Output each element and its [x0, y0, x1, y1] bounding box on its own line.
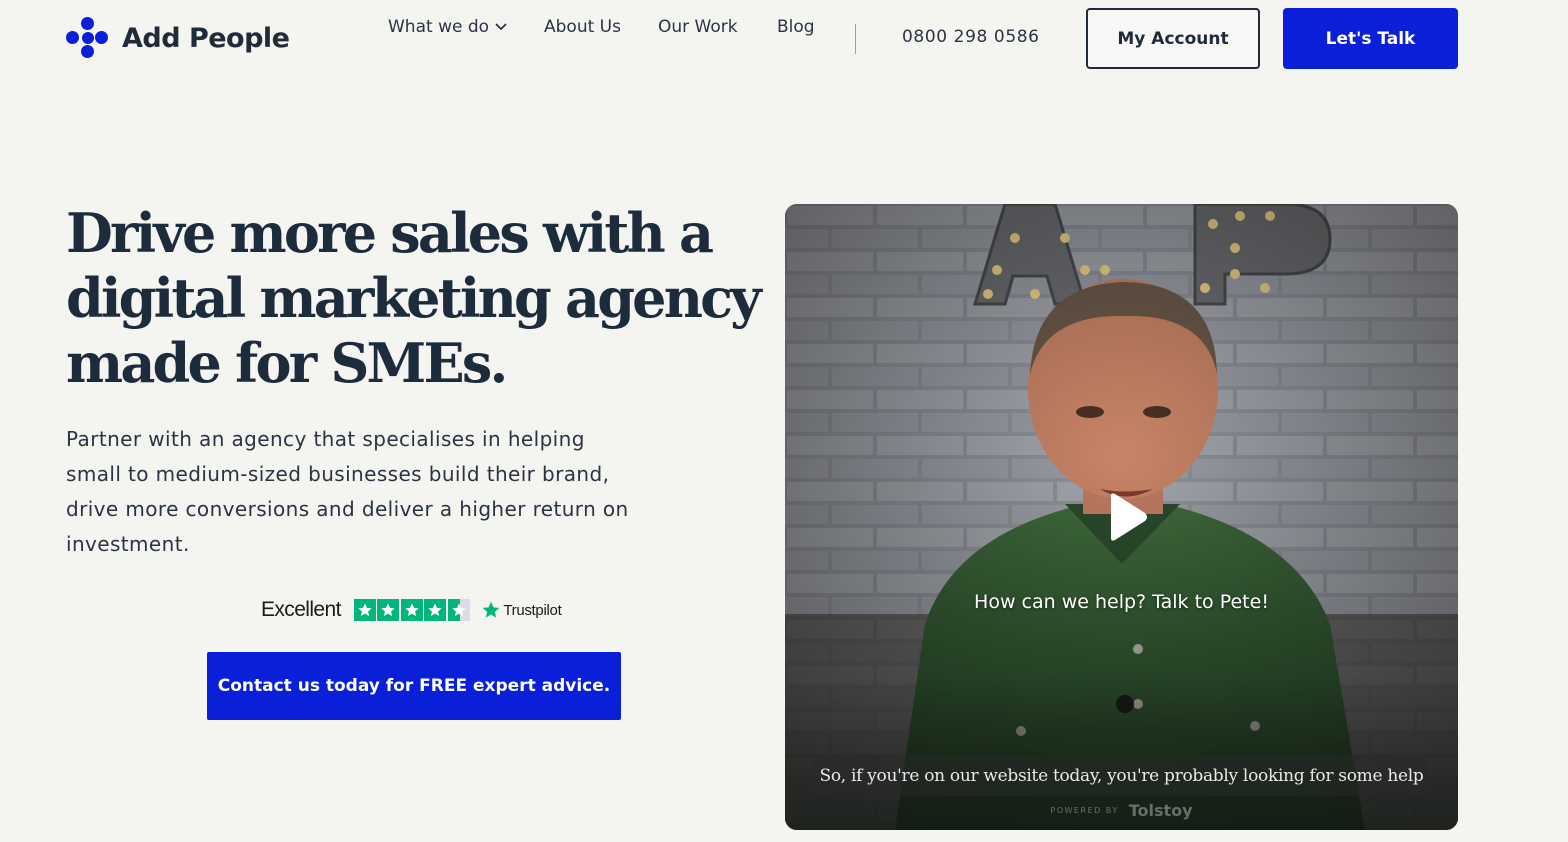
- star-icon: [377, 599, 400, 621]
- half-star-icon: [447, 599, 470, 621]
- nav-item-what-we-do[interactable]: What we do: [388, 17, 507, 37]
- nav-item-our-work[interactable]: Our Work: [658, 17, 738, 37]
- my-account-button[interactable]: My Account: [1086, 8, 1260, 69]
- hero-subtext: Partner with an agency that specialises …: [66, 422, 676, 562]
- subtext-line: investment.: [66, 532, 190, 556]
- subtext-line: Partner with an agency that specialises …: [66, 427, 585, 451]
- logo-text: Add People: [122, 22, 290, 54]
- headline-line: made for SMEs.: [66, 331, 508, 395]
- headline-line: Drive more sales with a: [66, 201, 714, 265]
- trustpilot-widget[interactable]: Excellent Trustpilot: [261, 598, 562, 622]
- logo[interactable]: Add People: [64, 15, 290, 61]
- subtext-line: small to medium-sized businesses build t…: [66, 462, 610, 486]
- nav-divider: [855, 24, 856, 54]
- phone-link[interactable]: 0800 298 0586: [902, 27, 1040, 47]
- trust-rating-label: Excellent: [261, 598, 341, 621]
- hero-headline: Drive more sales with a digital marketin…: [66, 201, 766, 396]
- star-icon: [400, 599, 423, 621]
- video-title: How can we help? Talk to Pete!: [974, 591, 1269, 613]
- nav-item-label: What we do: [388, 17, 490, 37]
- lets-talk-button[interactable]: Let's Talk: [1283, 8, 1458, 69]
- logo-icon: [64, 15, 110, 61]
- trustpilot-label: Trustpilot: [503, 601, 562, 619]
- powered-by-brand: Tolstoy: [1128, 801, 1193, 820]
- star-icon: [424, 599, 447, 621]
- trustpilot-star-icon: [482, 601, 500, 618]
- trustpilot-logo: Trustpilot: [481, 600, 562, 620]
- intro-video[interactable]: How can we help? Talk to Pete! So, if yo…: [785, 204, 1458, 830]
- subtext-line: drive more conversions and deliver a hig…: [66, 497, 629, 521]
- powered-by: POWERED BY Tolstoy: [785, 801, 1458, 820]
- chevron-down-icon: [495, 23, 507, 31]
- star-icon: [353, 599, 376, 621]
- contact-cta-button[interactable]: Contact us today for FREE expert advice.: [207, 652, 621, 720]
- headline-line: digital marketing agency: [66, 266, 762, 330]
- trust-stars: [353, 599, 472, 621]
- video-caption: So, if you're on our website today, you'…: [819, 766, 1424, 786]
- nav-item-about-us[interactable]: About Us: [544, 17, 621, 37]
- play-icon[interactable]: [1105, 492, 1149, 542]
- nav-item-blog[interactable]: Blog: [777, 17, 815, 37]
- powered-by-label: POWERED BY: [1050, 806, 1119, 815]
